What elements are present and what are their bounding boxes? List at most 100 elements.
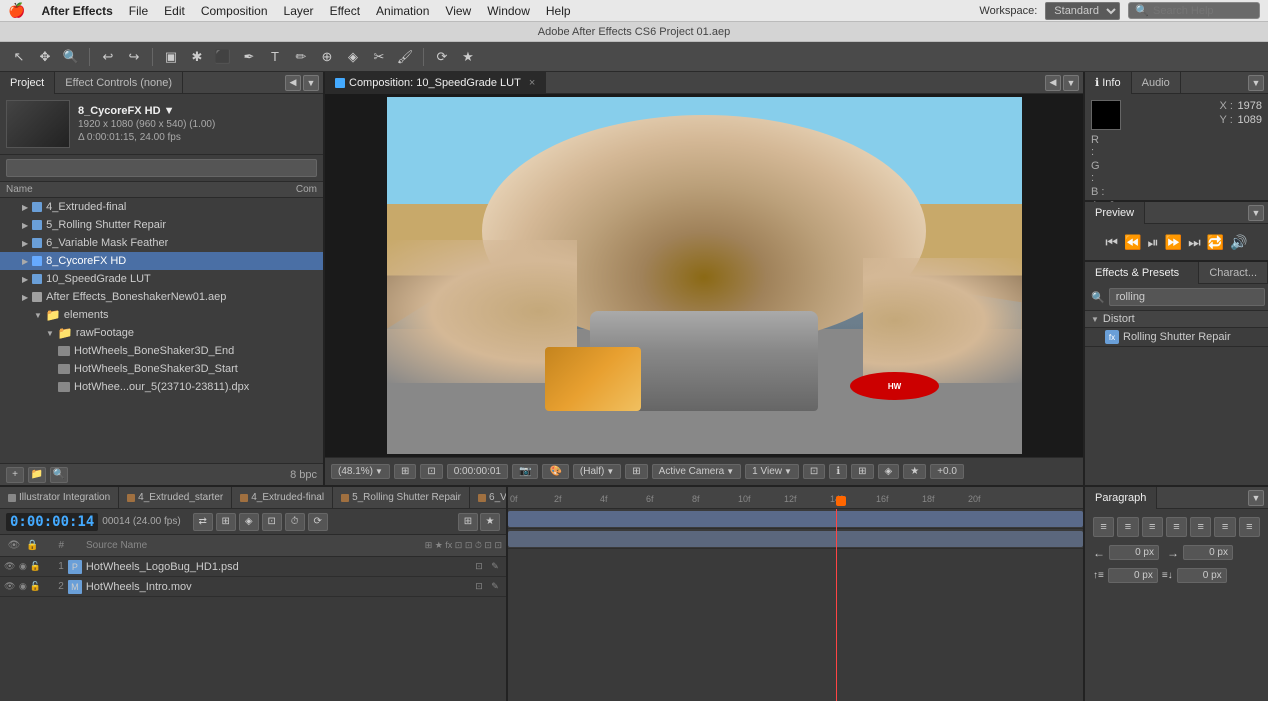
preview-loop-btn[interactable]: 🔁 bbox=[1207, 234, 1224, 251]
3d-btn[interactable]: ★ bbox=[903, 464, 926, 479]
tab-audio[interactable]: Audio bbox=[1132, 72, 1181, 94]
tl-btn-4[interactable]: ⊡ bbox=[262, 513, 282, 531]
time-display[interactable]: 0:00:00:01 bbox=[447, 464, 508, 479]
list-item[interactable]: ▶ 6_Variable Mask Feather bbox=[0, 234, 323, 252]
tab-variable-mask[interactable]: 6_Variable Mask Feather bbox=[470, 487, 506, 509]
tl-btn-6[interactable]: ⟳ bbox=[308, 513, 328, 531]
comp-menu-btn[interactable]: ▼ bbox=[1063, 75, 1079, 91]
tool-select[interactable]: ↖ bbox=[8, 46, 30, 68]
justify-last-btn[interactable]: ≡ bbox=[1214, 517, 1235, 537]
comp-tab-close[interactable]: × bbox=[529, 72, 535, 94]
tl-btn-3[interactable]: ◈ bbox=[239, 513, 259, 531]
tab-illustrator[interactable]: Illustrator Integration bbox=[0, 487, 119, 509]
menu-effect[interactable]: Effect bbox=[330, 4, 360, 18]
tl-btn-1[interactable]: ⇄ bbox=[193, 513, 213, 531]
tool-brush[interactable]: ✏ bbox=[290, 46, 312, 68]
comp-tab-speedgrade[interactable]: Composition: 10_SpeedGrade LUT × bbox=[325, 72, 546, 94]
tl-btn-2[interactable]: ⊞ bbox=[216, 513, 236, 531]
tool-3d[interactable]: ★ bbox=[457, 46, 479, 68]
resolution-btn[interactable]: ⊞ bbox=[394, 464, 416, 479]
comp-info-btn[interactable]: ℹ bbox=[829, 464, 847, 479]
offset-display[interactable]: +0.0 bbox=[930, 464, 964, 479]
panel-collapse-btn[interactable]: ◀ bbox=[285, 75, 301, 91]
list-item-selected[interactable]: ▶ 8_CycoreFX HD bbox=[0, 252, 323, 270]
tool-zoom[interactable]: 🔍 bbox=[60, 46, 82, 68]
tool-square[interactable]: ⬛ bbox=[212, 46, 234, 68]
tool-text[interactable]: T bbox=[264, 46, 286, 68]
menu-window[interactable]: Window bbox=[487, 4, 530, 18]
tab-info[interactable]: ℹ Info bbox=[1085, 72, 1132, 94]
magnification-btn[interactable]: (48.1%) ▼ bbox=[331, 464, 390, 479]
time-display[interactable]: 0:00:00:14 bbox=[6, 513, 98, 531]
tool-paint[interactable]: 🖌 bbox=[394, 46, 416, 68]
layer-2-solo[interactable]: ◉ bbox=[19, 581, 27, 592]
tab-effect-controls[interactable]: Effect Controls (none) bbox=[55, 72, 183, 94]
layer-1-anchor-btn[interactable]: ✎ bbox=[488, 560, 502, 574]
preview-audio-btn[interactable]: 🔊 bbox=[1230, 234, 1247, 251]
layer-1-transform-btn[interactable]: ⊡ bbox=[472, 560, 486, 574]
menu-composition[interactable]: Composition bbox=[201, 4, 268, 18]
effects-search-input[interactable] bbox=[1109, 288, 1265, 306]
tab-character[interactable]: Charact... bbox=[1199, 262, 1268, 284]
tool-scissors[interactable]: ✂ bbox=[368, 46, 390, 68]
tl-btn-5[interactable]: ⏱ bbox=[285, 513, 305, 531]
tab-rolling-shutter[interactable]: 5_Rolling Shutter Repair bbox=[333, 487, 470, 509]
layer-2-eye[interactable]: 👁 bbox=[4, 581, 16, 593]
list-item[interactable]: ▶ 10_SpeedGrade LUT bbox=[0, 270, 323, 288]
search-btn[interactable]: 🔍 bbox=[50, 467, 68, 483]
list-item[interactable]: HotWheels_BoneShaker3D_Start bbox=[0, 360, 323, 378]
list-item[interactable]: HotWheels_BoneShaker3D_End bbox=[0, 342, 323, 360]
space-before-field[interactable] bbox=[1108, 568, 1158, 583]
color-picker-btn[interactable]: 🎨 bbox=[542, 464, 568, 479]
layer-2-anchor-btn[interactable]: ✎ bbox=[488, 580, 502, 594]
tab-extruded-final[interactable]: 4_Extruded-final bbox=[232, 487, 333, 509]
tool-orbit[interactable]: ⟳ bbox=[431, 46, 453, 68]
project-search-input[interactable] bbox=[6, 159, 317, 177]
layer-1-eye[interactable]: 👁 bbox=[4, 561, 16, 573]
menu-help[interactable]: Help bbox=[546, 4, 571, 18]
menu-animation[interactable]: Animation bbox=[376, 4, 429, 18]
tool-clone[interactable]: ⊕ bbox=[316, 46, 338, 68]
tool-move[interactable]: ✥ bbox=[34, 46, 56, 68]
camera-btn[interactable]: 📷 bbox=[512, 464, 538, 479]
space-after-field[interactable] bbox=[1177, 568, 1227, 583]
menu-edit[interactable]: Edit bbox=[164, 4, 185, 18]
align-left-btn[interactable]: ≡ bbox=[1093, 517, 1114, 537]
tool-undo[interactable]: ↩ bbox=[97, 46, 119, 68]
folder-btn[interactable]: 📁 bbox=[28, 467, 46, 483]
view-btn[interactable]: 1 View ▼ bbox=[745, 464, 799, 479]
effects-item-rolling-shutter[interactable]: fx Rolling Shutter Repair bbox=[1085, 328, 1268, 347]
workspace-select[interactable]: Standard bbox=[1045, 2, 1120, 20]
layer-2-lock[interactable]: 🔓 bbox=[30, 581, 42, 593]
align-center-btn[interactable]: ≡ bbox=[1117, 517, 1138, 537]
panel-menu-btn[interactable]: ▼ bbox=[303, 75, 319, 91]
tab-preview[interactable]: Preview bbox=[1085, 202, 1145, 224]
para-menu-btn[interactable]: ▼ bbox=[1248, 490, 1264, 506]
list-item[interactable]: ▼ 📁 elements bbox=[0, 306, 323, 324]
tab-paragraph[interactable]: Paragraph bbox=[1085, 487, 1157, 509]
effects-category-distort[interactable]: ▼ Distort bbox=[1085, 311, 1268, 328]
preview-next-btn[interactable]: ⏩ bbox=[1165, 234, 1182, 251]
tl-right-btn-1[interactable]: ⊞ bbox=[458, 513, 478, 531]
comp-settings-btn[interactable]: ⊡ bbox=[803, 464, 825, 479]
justify-btn[interactable]: ≡ bbox=[1166, 517, 1187, 537]
active-camera-btn[interactable]: Active Camera ▼ bbox=[652, 464, 742, 479]
layer-1-lock[interactable]: 🔓 bbox=[30, 561, 42, 573]
apple-menu[interactable]: 🍎 bbox=[8, 2, 25, 19]
snapshot-btn[interactable]: ⊡ bbox=[420, 464, 442, 479]
import-btn[interactable]: + bbox=[6, 467, 24, 483]
tool-redo[interactable]: ↪ bbox=[123, 46, 145, 68]
comp-collapse-btn[interactable]: ◀ bbox=[1045, 75, 1061, 91]
tool-rect[interactable]: ▣ bbox=[160, 46, 182, 68]
list-item[interactable]: ▼ 📁 rawFootage bbox=[0, 324, 323, 342]
tool-pen[interactable]: ✒ bbox=[238, 46, 260, 68]
search-input[interactable] bbox=[1153, 5, 1253, 17]
preview-prev-btn[interactable]: ⏪ bbox=[1124, 234, 1141, 251]
preview-first-btn[interactable]: ⏮ bbox=[1105, 234, 1118, 251]
view-options-btn[interactable]: ⊞ bbox=[851, 464, 873, 479]
preview-last-btn[interactable]: ⏭ bbox=[1188, 234, 1201, 251]
indent-before-field[interactable] bbox=[1109, 545, 1159, 560]
preview-play-btn[interactable]: ⏯ bbox=[1147, 234, 1158, 251]
layer-2-transform-btn[interactable]: ⊡ bbox=[472, 580, 486, 594]
layer-row-1[interactable]: 👁 ◉ 🔓 1 P HotWheels_LogoBug_HD1.psd ⊡ ✎ bbox=[0, 557, 506, 577]
